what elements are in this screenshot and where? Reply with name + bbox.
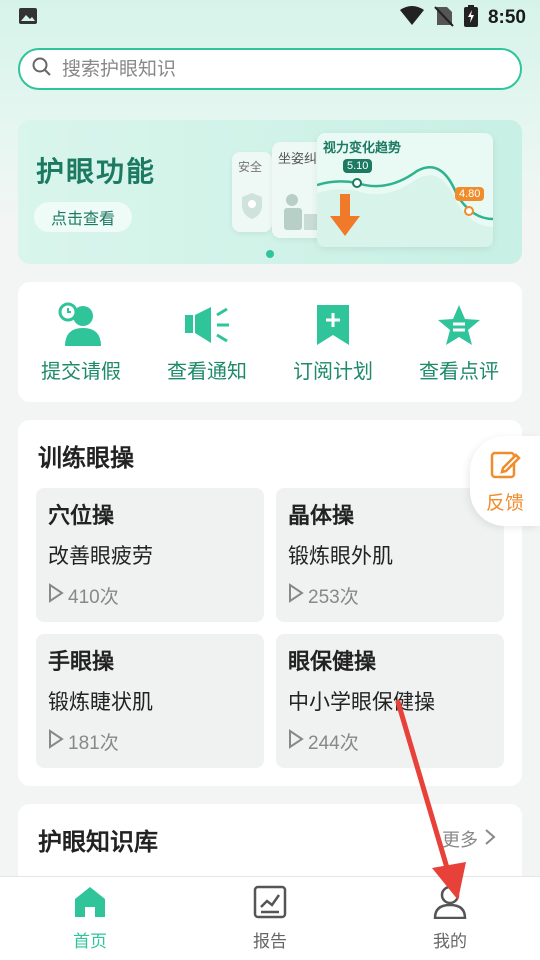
play-count: 253次 (308, 587, 359, 608)
play-icon (48, 582, 64, 609)
star-icon (435, 301, 483, 349)
user-icon (432, 885, 468, 923)
knowledge-title: 护眼知识库 (38, 828, 158, 856)
gallery-notification-icon (18, 7, 38, 29)
exercise-desc: 改善眼疲劳 (48, 544, 153, 568)
nav-mine[interactable]: 我的 (390, 885, 510, 952)
training-title: 训练眼操 (38, 444, 134, 472)
play-icon (288, 728, 304, 755)
nav-home[interactable]: 首页 (30, 885, 150, 952)
feedback-label: 反馈 (485, 491, 524, 514)
nav-label: 报告 (253, 932, 287, 952)
exercise-card[interactable]: 手眼操 锻炼睫状肌 181次 (36, 634, 264, 768)
banner-title: 护眼功能 (36, 155, 157, 188)
quick-actions: 提交请假 查看通知 订阅计划 查看点评 (18, 282, 522, 402)
no-sim-icon (434, 5, 454, 31)
exercise-name: 晶体操 (288, 504, 355, 529)
play-icon (288, 582, 304, 609)
exercise-card[interactable]: 眼保健操 中小学眼保健操 244次 (276, 634, 504, 768)
exercise-desc: 锻炼睫状肌 (48, 690, 153, 714)
exercise-count: 253次 (288, 582, 492, 609)
quick-action-notice[interactable]: 查看通知 (152, 301, 262, 384)
quick-action-review[interactable]: 查看点评 (404, 301, 514, 384)
quick-action-label: 订阅计划 (293, 358, 373, 383)
exercise-desc: 中小学眼保健操 (288, 690, 435, 714)
exercise-card[interactable]: 穴位操 改善眼疲劳 410次 (36, 488, 264, 622)
exercise-count: 410次 (48, 582, 252, 609)
clock-time: 8:50 (487, 7, 526, 28)
exercise-desc: 锻炼眼外肌 (288, 544, 393, 568)
bookmark-plus-icon (309, 301, 357, 349)
knowledge-section: 护眼知识库 更多 (18, 804, 522, 884)
search-icon (32, 57, 52, 81)
wifi-icon (399, 6, 424, 30)
quick-action-leave[interactable]: 提交请假 (26, 301, 136, 384)
safety-card-label: 安全 (238, 160, 263, 174)
search-input[interactable] (62, 58, 482, 80)
knowledge-more-link[interactable]: 更多 (442, 826, 496, 852)
trend-end-value: 4.80 (455, 187, 485, 201)
quick-action-label: 查看点评 (419, 358, 499, 383)
exercise-name: 手眼操 (48, 650, 115, 675)
exercise-card[interactable]: 晶体操 锻炼眼外肌 253次 (276, 488, 504, 622)
exercise-name: 穴位操 (48, 504, 115, 529)
chevron-right-icon (484, 828, 496, 851)
nav-report[interactable]: 报告 (210, 885, 330, 952)
user-clock-icon (57, 301, 105, 349)
edit-icon (489, 448, 521, 484)
play-count: 244次 (308, 733, 359, 754)
bottom-navigation: 首页 报告 我的 (0, 876, 540, 960)
down-arrow-icon (330, 194, 360, 240)
feedback-button[interactable]: 反馈 (470, 436, 540, 526)
home-icon (72, 885, 108, 923)
quick-action-subscribe[interactable]: 订阅计划 (278, 301, 388, 384)
quick-action-label: 查看通知 (167, 358, 247, 383)
trend-start-value: 5.10 (343, 159, 373, 173)
search-bar[interactable] (18, 48, 522, 90)
nav-label: 我的 (433, 932, 467, 952)
banner-view-button[interactable]: 点击查看 (34, 202, 132, 232)
training-section: 训练眼操 穴位操 改善眼疲劳 410次 晶体操 锻炼眼外肌 253次 手眼操 锻… (18, 420, 522, 786)
quick-action-label: 提交请假 (41, 358, 121, 383)
exercise-count: 244次 (288, 728, 492, 755)
nav-label: 首页 (73, 932, 107, 952)
banner-page-indicator[interactable] (266, 250, 274, 258)
exercise-name: 眼保健操 (288, 650, 377, 675)
report-chart-icon (253, 885, 287, 923)
play-icon (48, 728, 64, 755)
banner-safety-card: 安全 (232, 152, 272, 232)
speaker-icon (183, 301, 231, 349)
exercise-count: 181次 (48, 728, 252, 755)
battery-charging-icon (463, 5, 478, 31)
more-label: 更多 (442, 830, 478, 851)
play-count: 410次 (68, 587, 119, 608)
status-bar: 8:50 (0, 0, 540, 36)
shield-icon (240, 192, 264, 224)
play-count: 181次 (68, 733, 119, 754)
